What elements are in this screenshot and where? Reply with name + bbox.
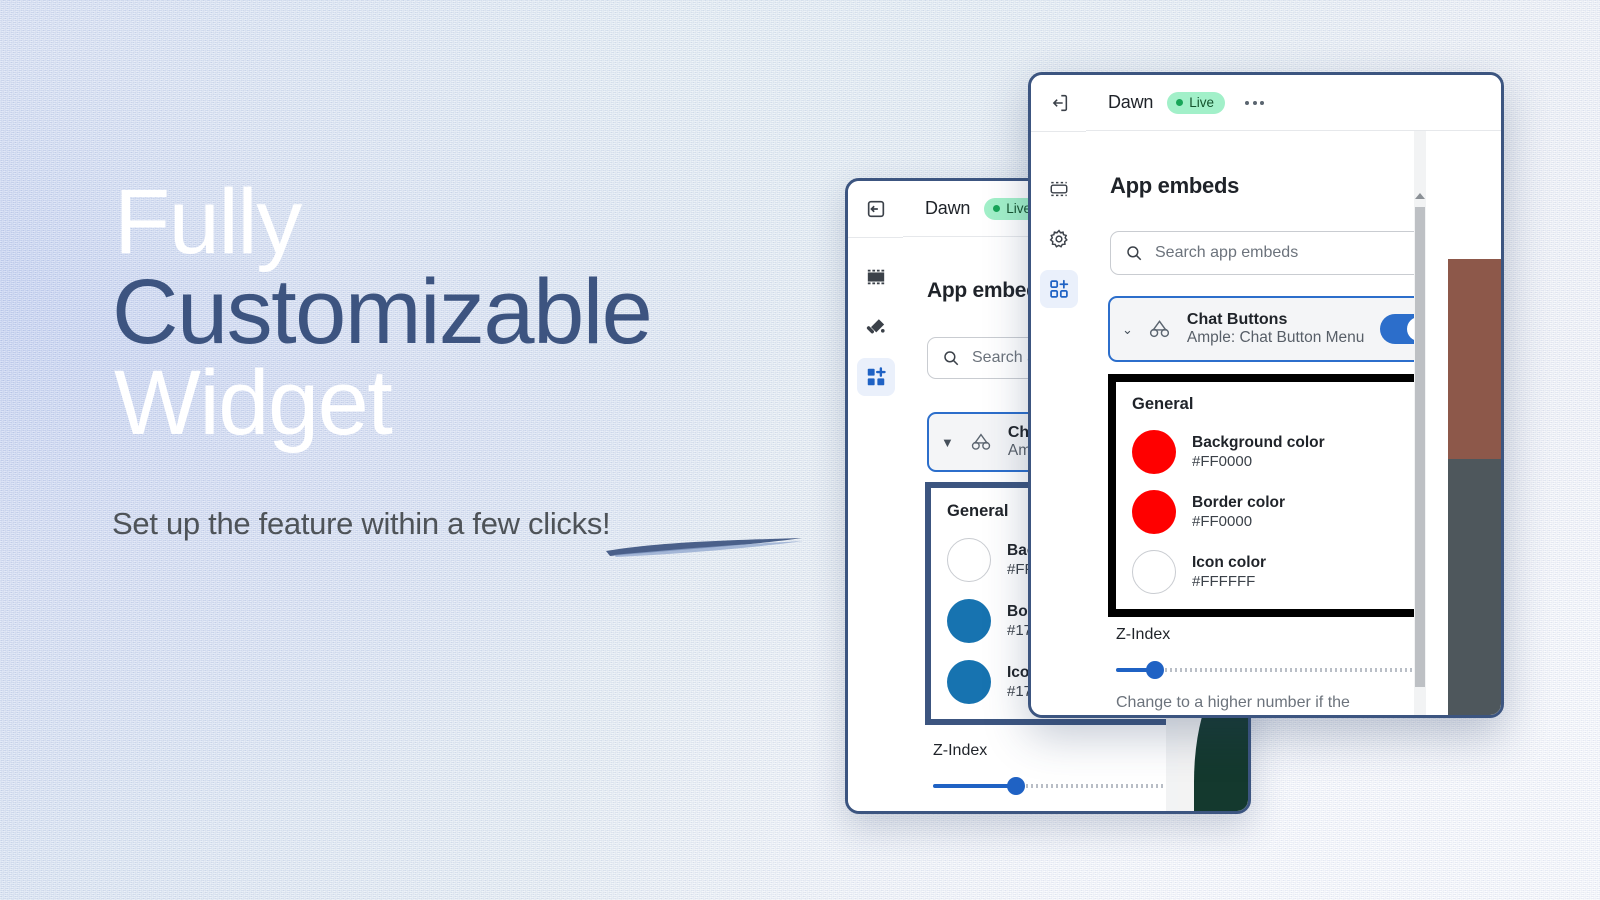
app-embeds-icon (1049, 279, 1068, 298)
front-store-preview (1426, 131, 1501, 715)
front-label-border-color: Border color (1192, 493, 1286, 511)
search-icon (1127, 246, 1142, 261)
back-rail-divider (848, 237, 903, 238)
sidebar-item-theme-settings[interactable] (857, 308, 895, 346)
chat-buttons-app-logo-icon (966, 427, 996, 457)
hero-subtitle: Set up the feature within a few clicks! (112, 506, 611, 542)
front-zindex-group: Z-Index 10 Change to a higher number if … (1116, 626, 1446, 712)
front-sidebar-rail (1031, 75, 1087, 715)
sidebar-item-exit[interactable] (1040, 84, 1078, 122)
back-sidebar-rail (848, 181, 904, 811)
front-zindex-rest (1154, 668, 1414, 672)
hero-line-3: Widget (114, 351, 393, 454)
back-theme-name: Dawn (925, 198, 971, 218)
exit-icon (1052, 94, 1067, 112)
sidebar-item-theme-settings[interactable] (1040, 220, 1078, 258)
front-embed-text: Chat Buttons Ample: Chat Button Menu (1187, 311, 1368, 347)
hero-subtitle-plain: Set up the feature within a (112, 506, 473, 541)
front-hex-border-color: #FF0000 (1192, 512, 1253, 530)
front-zindex-label: Z-Index (1116, 626, 1171, 643)
app-embeds-icon (867, 367, 886, 386)
front-zindex-track[interactable] (1116, 661, 1414, 679)
back-rail-top (857, 181, 895, 237)
hero-line-1: Fully (114, 171, 302, 273)
front-rail-top (1040, 75, 1078, 131)
front-rail-divider (1031, 131, 1086, 132)
front-status-label: Live (1189, 94, 1214, 110)
back-zindex-knob[interactable] (1007, 777, 1026, 795)
front-search-input[interactable]: Search app embeds (1110, 231, 1448, 275)
sidebar-item-exit[interactable] (857, 190, 895, 228)
front-panel-body: App embeds Search app embeds ⌄ Chat Butt… (1086, 131, 1501, 715)
ellipsis-dot-icon (1260, 100, 1264, 105)
front-zindex-slider[interactable]: 10 (1116, 660, 1446, 680)
ellipsis-dot-icon (1245, 100, 1249, 105)
front-general-title: General (1132, 395, 1194, 413)
front-color-text: Border color #FF0000 (1192, 493, 1285, 532)
front-zindex-knob[interactable] (1145, 661, 1164, 679)
front-swatch-icon-color[interactable] (1132, 550, 1176, 594)
sidebar-item-sections[interactable] (857, 258, 895, 296)
chevron-down-icon[interactable]: ▼ (941, 436, 954, 449)
status-dot-icon (993, 204, 1001, 212)
front-embed-subtitle: Ample: Chat Button Menu (1186, 329, 1365, 346)
chat-buttons-app-logo-icon (1145, 314, 1175, 344)
front-swatch-background-color[interactable] (1132, 430, 1176, 474)
scroll-up-arrow-icon[interactable] (1415, 193, 1425, 199)
back-zindex-fill (933, 784, 1017, 788)
hero-line-2: Customizable (112, 261, 653, 364)
front-color-text: Icon color #FFFFFF (1192, 553, 1266, 592)
screenshot-stage: Fully Customizable Widget Set up the fea… (0, 0, 1600, 900)
front-preview-shape-brown (1448, 259, 1501, 459)
front-more-actions-button[interactable] (1245, 100, 1264, 105)
front-embed-title: Chat Buttons (1186, 311, 1288, 328)
status-dot-icon (1176, 98, 1184, 106)
exit-icon (867, 200, 884, 218)
front-hex-icon-color: #FFFFFF (1192, 572, 1256, 590)
sections-icon (1050, 181, 1067, 197)
back-swatch-border-color[interactable] (947, 599, 991, 643)
front-hex-background-color: #FF0000 (1192, 452, 1253, 470)
search-icon (944, 351, 959, 366)
sections-icon (867, 269, 884, 285)
back-swatch-background-color[interactable] (947, 538, 991, 582)
front-scrollbar-thumb[interactable] (1415, 207, 1425, 687)
front-color-row[interactable]: Background color #FF0000 (1132, 430, 1422, 474)
front-page-title: App embeds (1110, 173, 1240, 198)
hero-heading: Fully Customizable Widget (112, 171, 872, 454)
front-color-text: Background color #FF0000 (1192, 433, 1325, 472)
front-zindex-help: Change to a higher number if the (1116, 694, 1350, 711)
hero-subtitle-emphasis: few clicks! (472, 506, 611, 541)
sidebar-item-app-embeds[interactable] (1039, 270, 1078, 308)
back-swatch-icon-color[interactable] (947, 660, 991, 704)
front-theme-name: Dawn (1108, 92, 1154, 112)
front-search-placeholder: Search app embeds (1155, 244, 1299, 261)
paintbrush-icon (866, 318, 885, 333)
front-color-row[interactable]: Icon color #FFFFFF (1132, 550, 1422, 594)
front-preview-shape-slate (1448, 459, 1501, 715)
front-status-badge: Live (1167, 91, 1225, 114)
front-app-embed-row[interactable]: ⌄ Chat Buttons Ample: Chat Button Menu (1108, 296, 1448, 362)
sidebar-item-app-embeds[interactable] (856, 358, 895, 396)
theme-editor-window-front[interactable]: Dawn Live App embeds Search app embeds ⌄ (1028, 72, 1504, 718)
front-swatch-border-color[interactable] (1132, 490, 1176, 534)
gear-icon (1049, 229, 1068, 248)
front-label-background-color: Background color (1192, 433, 1325, 451)
front-scrollbar[interactable] (1414, 131, 1426, 715)
front-color-row[interactable]: Border color #FF0000 (1132, 490, 1422, 534)
front-topbar: Dawn Live (1086, 75, 1501, 131)
front-label-icon-color: Icon color (1192, 553, 1267, 571)
sidebar-item-sections[interactable] (1040, 170, 1078, 208)
chevron-down-icon[interactable]: ⌄ (1122, 323, 1133, 336)
ellipsis-dot-icon (1252, 100, 1257, 105)
front-general-highlight-box: General Background color #FF0000 Border … (1108, 374, 1446, 617)
